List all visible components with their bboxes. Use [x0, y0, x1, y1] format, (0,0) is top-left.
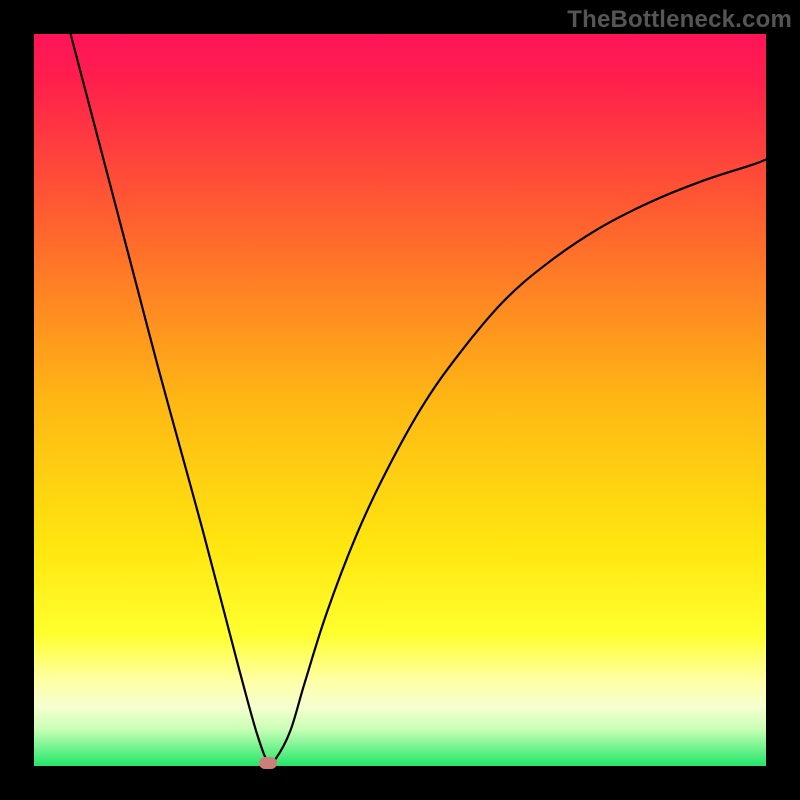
- bottleneck-curve: [71, 34, 766, 765]
- chart-frame: TheBottleneck.com: [0, 0, 800, 800]
- plot-area: [34, 34, 766, 766]
- minimum-marker: [259, 757, 277, 769]
- watermark-text: TheBottleneck.com: [567, 6, 792, 34]
- curve-svg: [34, 34, 766, 766]
